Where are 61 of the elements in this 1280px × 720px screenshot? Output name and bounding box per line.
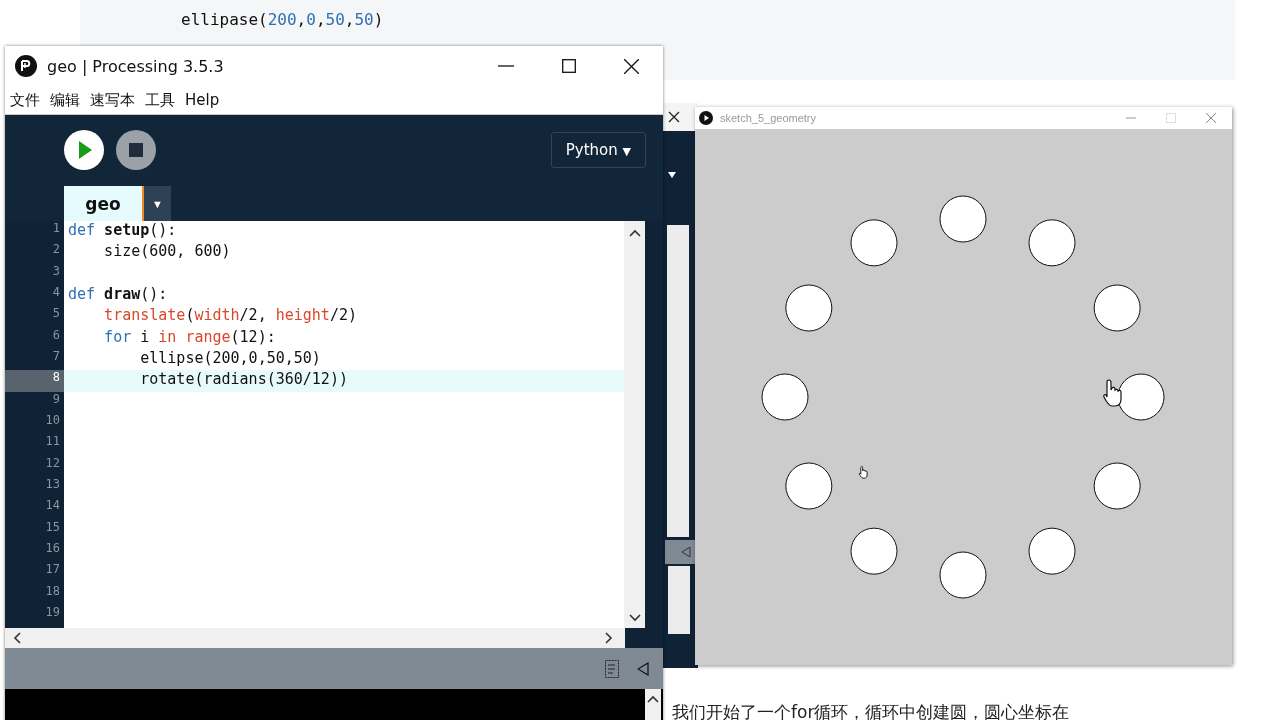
line-number: 12 (45, 455, 60, 470)
scroll-up-icon[interactable] (628, 229, 641, 237)
line-number: 8 (52, 370, 60, 385)
run-button[interactable] (64, 130, 104, 170)
scrollbar[interactable] (645, 689, 661, 720)
line-number: 13 (45, 476, 60, 491)
tab-menu-button[interactable]: ▼ (144, 186, 171, 221)
code-line: rotate(radians(360/12)) (139, 370, 348, 389)
stop-button[interactable] (116, 130, 156, 170)
maximize-icon[interactable] (562, 59, 576, 73)
code-line: ellipse(200,0,50,50) (139, 348, 321, 367)
code-line: def draw(): (68, 285, 168, 303)
menu-item[interactable]: Help (185, 91, 220, 109)
scrollbar[interactable] (5, 628, 625, 648)
window-title: sketch_5_geometry (720, 112, 816, 124)
line-number: 2 (52, 242, 60, 257)
line-number: 11 (45, 434, 60, 449)
window-title: geo | Processing 3.5.3 (47, 56, 224, 76)
scroll-left-icon[interactable] (13, 632, 21, 644)
code-line: size(600, 600) (103, 242, 231, 261)
mode-dropdown[interactable]: Python ▼ (550, 132, 646, 168)
triangle-icon[interactable] (637, 661, 649, 676)
line-number: 16 (45, 540, 60, 555)
code-line: for i in range(12): (103, 327, 276, 346)
app-logo-icon (15, 55, 37, 77)
line-number: 17 (45, 562, 60, 577)
close-icon[interactable] (624, 58, 639, 74)
scroll-right-icon[interactable] (605, 632, 613, 644)
menu-item[interactable]: 编辑 (50, 90, 80, 110)
code-line: ellipase(200,0,50,50) (181, 10, 384, 29)
hand-cursor-icon (1103, 379, 1122, 407)
line-number: 7 (52, 348, 60, 363)
menu-item[interactable]: 文件 (10, 90, 40, 110)
scrollbar[interactable] (624, 221, 645, 628)
document-icon[interactable] (605, 659, 619, 678)
tab[interactable]: geo (64, 186, 144, 221)
scroll-up-icon[interactable] (647, 695, 659, 703)
line-number: 19 (45, 604, 60, 619)
caret-icon[interactable] (667, 171, 677, 179)
line-number: 18 (45, 583, 60, 598)
close-icon[interactable] (668, 111, 680, 123)
line-number: 9 (52, 391, 60, 406)
line-number: 4 (52, 285, 60, 299)
play-icon (699, 111, 713, 125)
paragraph: 我们开始了一个for循环，循环中创建圆，圆心坐标在 (672, 701, 1070, 720)
triangle-icon[interactable] (681, 546, 691, 558)
scrollbar[interactable] (668, 566, 690, 634)
line-number: 15 (45, 519, 60, 534)
line-number: 5 (52, 306, 60, 321)
code-line: def setup(): (68, 221, 177, 239)
menu-item[interactable]: 速写本 (90, 90, 135, 110)
menu-item[interactable]: 工具 (145, 90, 175, 110)
line-number: 14 (45, 498, 60, 513)
code-line: translate(width/2, height/2) (103, 306, 357, 325)
scrollbar[interactable] (667, 225, 689, 537)
line-number: 10 (45, 412, 60, 427)
line-number: 3 (52, 263, 60, 278)
hand-cursor-icon (858, 466, 868, 479)
line-number: 1 (52, 221, 60, 235)
scroll-down-icon[interactable] (628, 614, 641, 622)
line-number: 6 (52, 327, 60, 342)
